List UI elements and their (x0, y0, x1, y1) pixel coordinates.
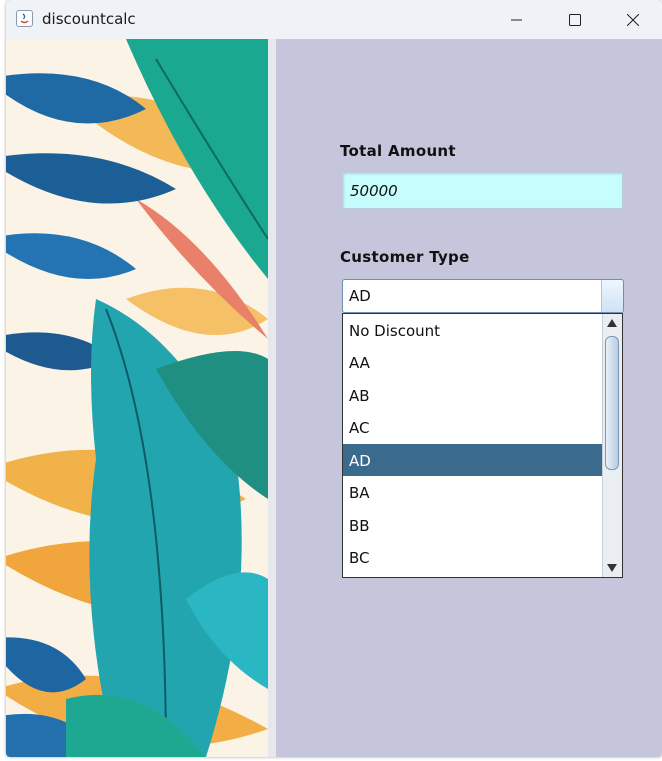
total-amount-label: Total Amount (340, 142, 456, 160)
dropdown-option[interactable]: BB (343, 509, 604, 541)
minimize-icon (511, 19, 522, 20)
app-window: discountcalc Total Amount 50000 Customer… (6, 0, 662, 757)
dropdown-option[interactable]: AA (343, 346, 604, 378)
dropdown-option[interactable]: AB (343, 379, 604, 411)
title-bar[interactable]: discountcalc (6, 0, 662, 39)
total-amount-value: 50000 (350, 182, 398, 200)
total-amount-field[interactable]: 50000 (342, 172, 623, 209)
java-app-icon (16, 10, 33, 27)
combobox-arrow-button[interactable] (601, 280, 623, 312)
close-button[interactable] (604, 0, 662, 39)
dropdown-option[interactable]: AC (343, 411, 604, 443)
minimize-button[interactable] (488, 0, 546, 39)
panel-divider (268, 39, 276, 757)
customer-type-label: Customer Type (340, 248, 470, 266)
dropdown-option-selected[interactable]: AD (343, 444, 604, 476)
close-icon (627, 13, 639, 26)
dropdown-option[interactable]: BA (343, 476, 604, 508)
dropdown-option[interactable]: BC (343, 541, 604, 573)
customer-type-dropdown-list[interactable]: No Discount AA AB AC AD BA BB BC (342, 313, 623, 578)
maximize-icon (569, 13, 581, 26)
maximize-button[interactable] (546, 0, 604, 39)
scroll-up-arrow-icon[interactable] (607, 319, 617, 327)
dropdown-scrollbar[interactable] (602, 314, 622, 577)
customer-type-combobox[interactable]: AD (342, 279, 624, 313)
window-title: discountcalc (42, 10, 136, 28)
dropdown-option[interactable]: No Discount (343, 314, 604, 346)
scrollbar-thumb[interactable] (605, 336, 619, 470)
tropical-leaves-image (6, 39, 268, 757)
scroll-down-arrow-icon[interactable] (607, 564, 617, 572)
customer-type-selected-value: AD (349, 287, 371, 305)
